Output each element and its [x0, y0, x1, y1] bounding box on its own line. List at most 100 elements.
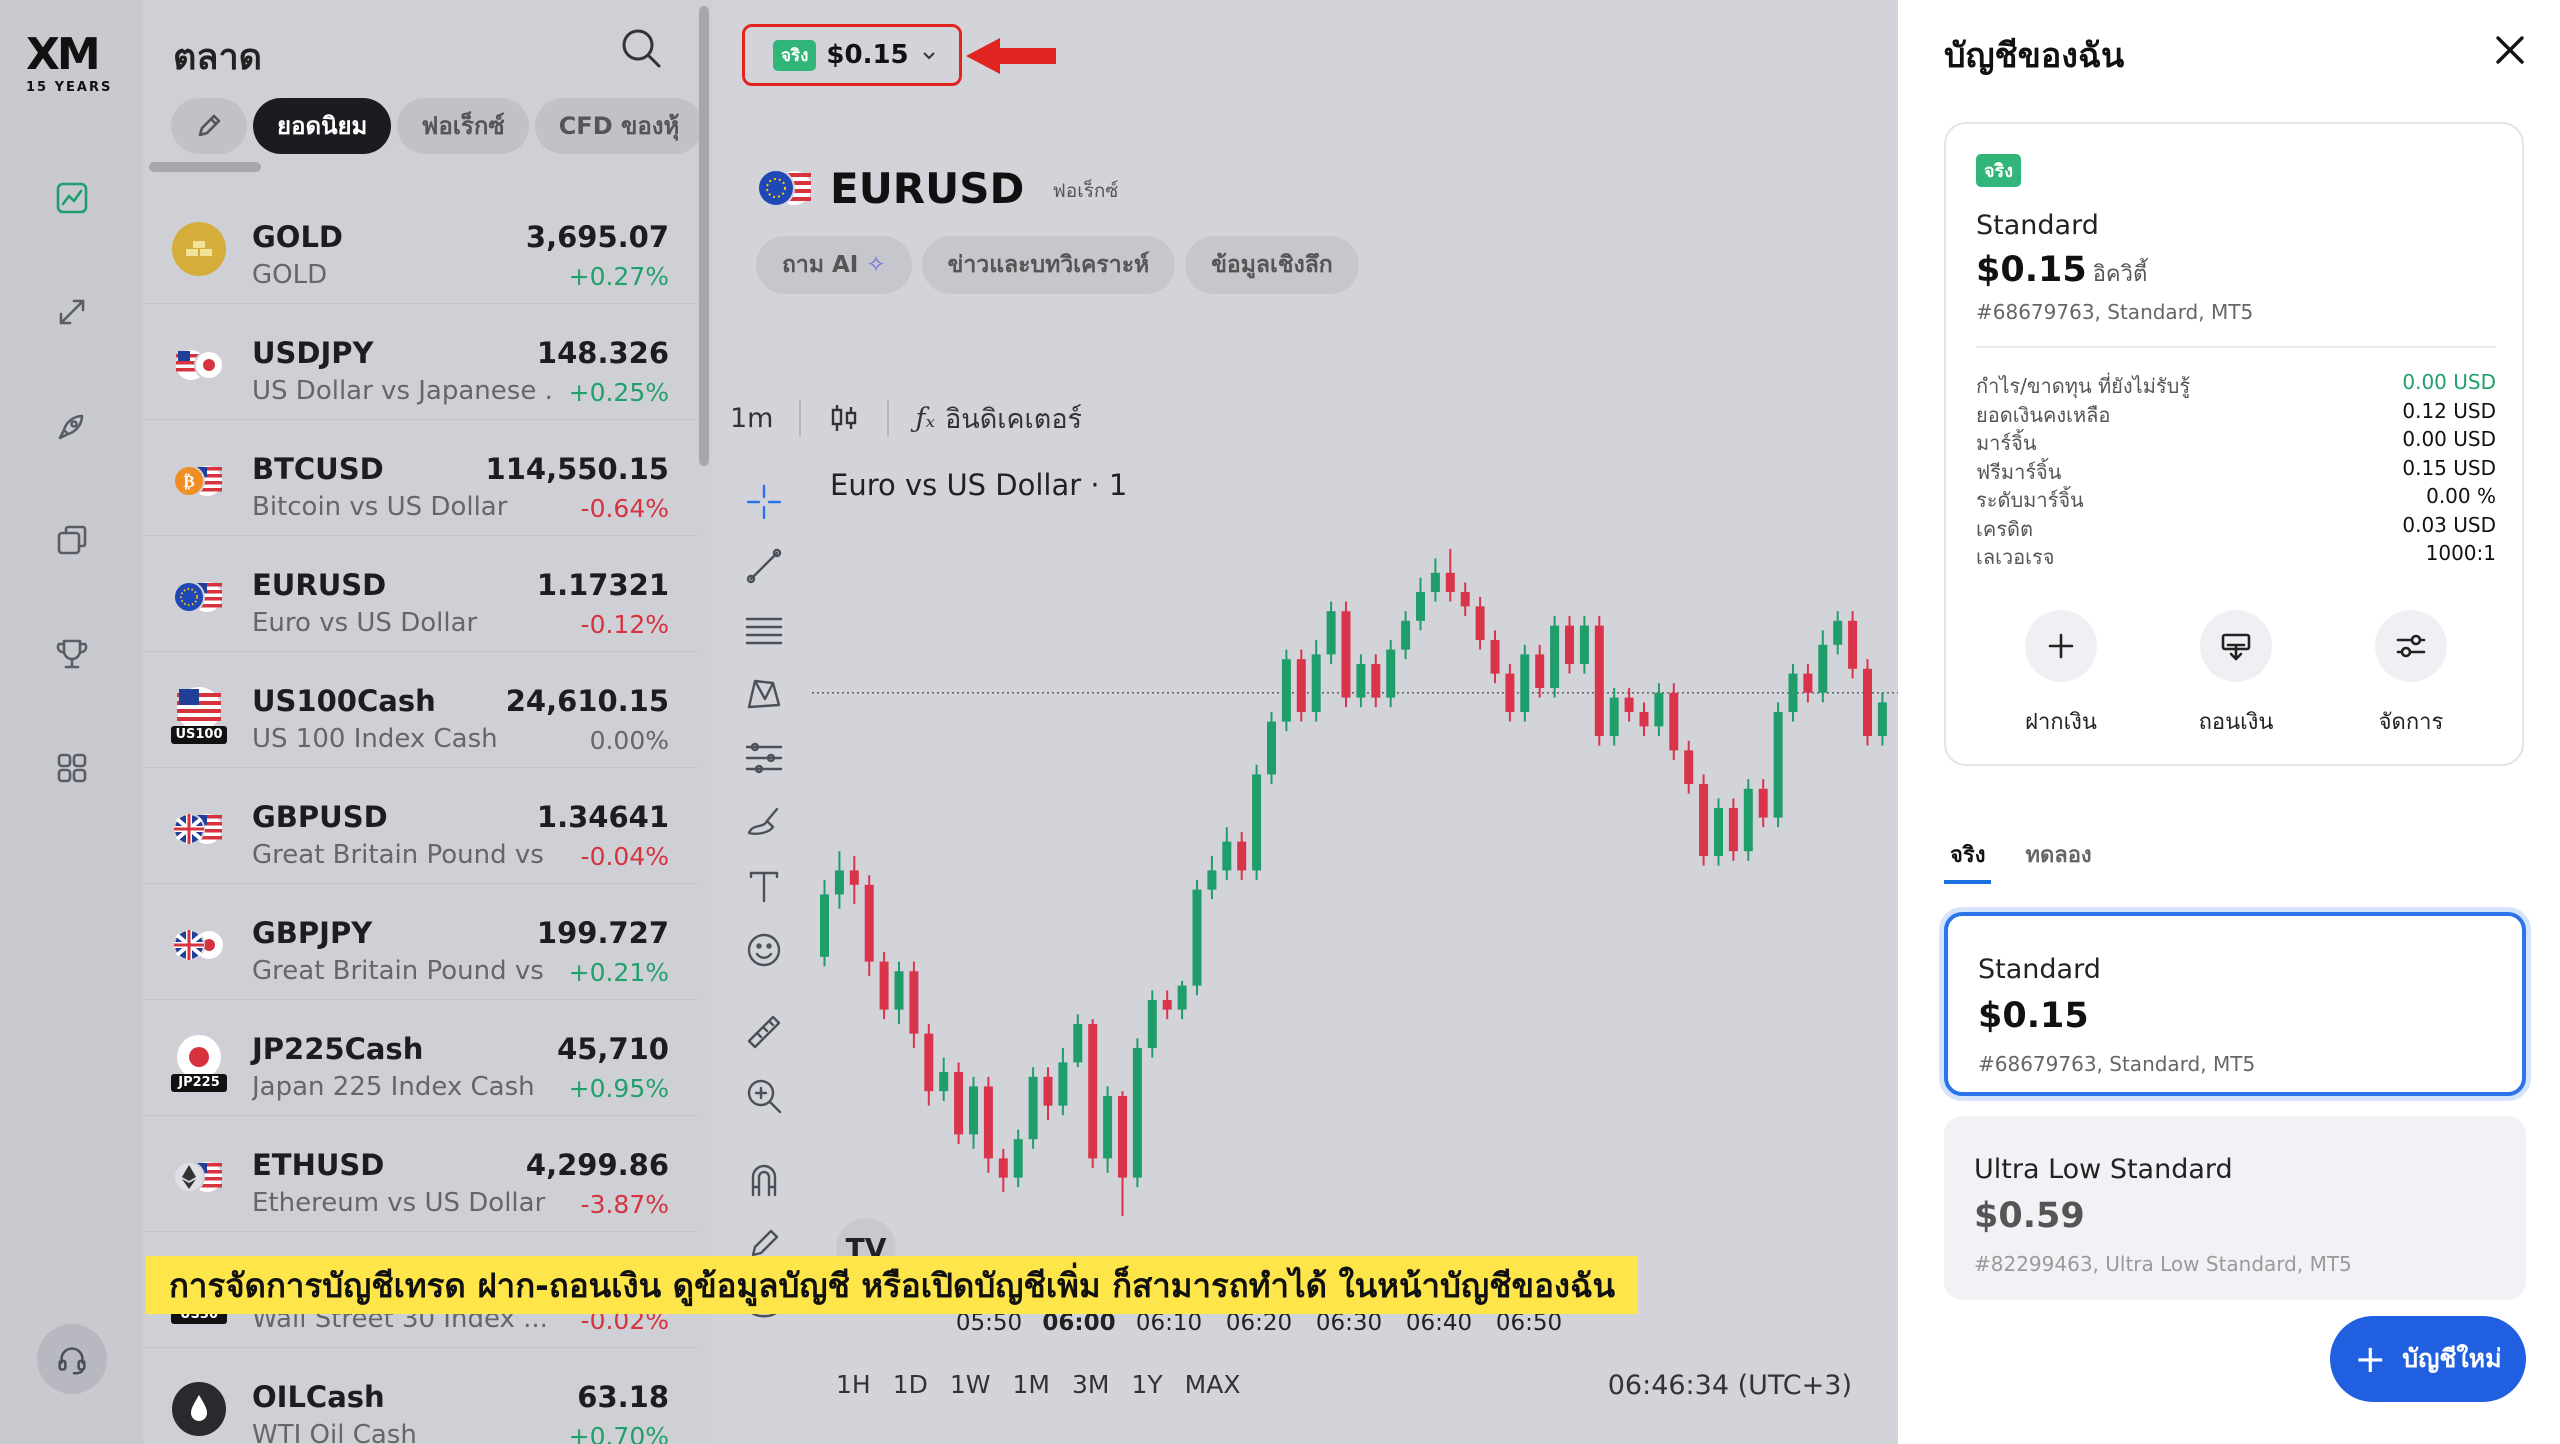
row-description: Ethereum vs US Dollar: [252, 1188, 546, 1218]
range-1h[interactable]: 1H: [836, 1370, 871, 1399]
candle-body: [1833, 620, 1843, 645]
candle-type-icon[interactable]: [827, 401, 861, 435]
filter-scrollbar[interactable]: [149, 162, 261, 172]
stat-row: เครดิต 0.03 USD: [1976, 513, 2496, 542]
row-description: Euro vs US Dollar: [252, 608, 478, 638]
text-tool-icon[interactable]: [736, 854, 792, 918]
account-item-selected[interactable]: Standard $0.15 #68679763, Standard, MT5: [1944, 912, 2526, 1096]
ruler-icon[interactable]: [736, 1000, 792, 1064]
candle-body: [1490, 640, 1500, 674]
candle-body: [1058, 1062, 1068, 1106]
candle: [1594, 616, 1604, 746]
interval-selector[interactable]: 1m: [730, 403, 773, 434]
app-root: XM 15 YEARS ตลาด ยอดนิยม ฟอเร็กซ์ CFD ขอ…: [0, 0, 2560, 1444]
xm-logo[interactable]: XM 15 YEARS: [26, 32, 118, 98]
filter-tab-forex[interactable]: ฟอเร็กซ์: [397, 98, 529, 154]
market-row-gbpjpy[interactable]: GBPJPY Great Britain Pound vs ... 199.727 +…: [143, 884, 699, 1000]
equity-label: อิควิตี้: [2092, 262, 2148, 287]
trend-line-icon[interactable]: [736, 534, 792, 598]
zoom-in-icon[interactable]: [736, 1064, 792, 1128]
row-price: 24,610.15: [505, 684, 669, 718]
fib-lines-icon[interactable]: [736, 598, 792, 662]
search-icon[interactable]: [619, 26, 667, 74]
equity-value: $0.15: [1976, 250, 2087, 290]
market-row-btcusd[interactable]: ₿ BTCUSD Bitcoin vs US Dollar 114,550.15 -0.…: [143, 420, 699, 536]
candle-body: [1252, 774, 1262, 871]
candle: [1535, 644, 1545, 698]
edit-watchlist-button[interactable]: [171, 98, 247, 154]
market-row-us100cash[interactable]: US100 US100Cash US 100 Index Cash 24,610.15…: [143, 652, 699, 768]
nav-trade-arrows-icon[interactable]: [44, 284, 100, 340]
range-1w[interactable]: 1W: [950, 1370, 991, 1399]
market-list-scrollbar[interactable]: [699, 6, 709, 466]
candle: [954, 1062, 964, 1144]
tab-news-analysis[interactable]: ข่าวและบทวิเคราะห์: [921, 236, 1176, 294]
time-range-selector: 1H 1D 1W 1M 3M 1Y MAX: [836, 1370, 1262, 1399]
crosshair-icon[interactable]: [736, 470, 792, 534]
range-1m[interactable]: 1M: [1013, 1370, 1050, 1399]
magnet-icon[interactable]: [736, 1148, 792, 1212]
candle: [1192, 880, 1202, 996]
nav-copy-icon[interactable]: [44, 512, 100, 568]
row-description: WTI Oil Cash: [252, 1420, 417, 1444]
candlestick-chart[interactable]: [812, 460, 1898, 1280]
candle-body: [1043, 1076, 1053, 1106]
tab-real[interactable]: จริง: [1944, 836, 1992, 884]
range-3m[interactable]: 3M: [1072, 1370, 1109, 1399]
range-max[interactable]: MAX: [1185, 1370, 1241, 1399]
deposit-button[interactable]: ฝากเงิน: [1986, 610, 2136, 739]
account-switcher-button[interactable]: จริง $0.15: [742, 24, 962, 86]
candle: [1550, 616, 1560, 698]
account-item-meta: #68679763, Standard, MT5: [1978, 1052, 2256, 1076]
plus-icon: [2025, 610, 2097, 682]
brush-icon[interactable]: [736, 790, 792, 854]
candle: [894, 961, 904, 1024]
market-row-gold[interactable]: GOLD GOLD 3,695.07 +0.27%: [143, 188, 699, 304]
candle: [1803, 664, 1813, 703]
nav-chart-icon[interactable]: [44, 170, 100, 226]
market-row-jp225cash[interactable]: JP225 JP225Cash Japan 225 Index Cash 45,710…: [143, 1000, 699, 1116]
nav-rocket-icon[interactable]: [44, 398, 100, 454]
range-1y[interactable]: 1Y: [1131, 1370, 1162, 1399]
candle: [1296, 649, 1306, 722]
filter-tab-stock-cfd[interactable]: CFD ของหุ้: [534, 98, 704, 154]
emoji-icon[interactable]: [736, 918, 792, 982]
filter-tab-popular[interactable]: ยอดนิยม: [253, 98, 392, 154]
row-description: GOLD: [252, 260, 328, 290]
market-row-usdjpy[interactable]: USDJPY US Dollar vs Japanese ... 148.326 +0…: [143, 304, 699, 420]
tab-demo[interactable]: ทดลอง: [2019, 836, 2097, 884]
support-headset-icon[interactable]: [37, 1324, 107, 1394]
account-item[interactable]: Ultra Low Standard $0.59 #82299463, Ultr…: [1944, 1116, 2526, 1300]
forecast-lines-icon[interactable]: [736, 726, 792, 790]
stat-label: ฟรีมาร์จิ้น: [1976, 459, 2062, 484]
candle: [1758, 779, 1768, 828]
range-1d[interactable]: 1D: [893, 1370, 928, 1399]
candle: [1118, 1091, 1127, 1216]
real-badge: จริง: [1976, 154, 2022, 187]
candle: [998, 1148, 1008, 1192]
row-change: -0.12%: [580, 610, 669, 639]
function-fx-icon[interactable]: ƒₓ: [915, 403, 935, 434]
market-row-gbpusd[interactable]: GBPUSD Great Britain Pound vs ... 1.34641 -…: [143, 768, 699, 884]
market-row-ethusd[interactable]: ETHUSD Ethereum vs US Dollar 4,299.86 -3.87…: [143, 1116, 699, 1232]
tab-ask-ai[interactable]: ถาม AI ✧: [756, 236, 912, 294]
manage-button[interactable]: จัดการ: [2336, 610, 2486, 739]
nav-apps-grid-icon[interactable]: [44, 740, 100, 796]
nav-trophy-icon[interactable]: [44, 626, 100, 682]
close-icon[interactable]: [2490, 30, 2530, 70]
withdraw-button[interactable]: ถอนเงิน: [2161, 610, 2311, 739]
candle: [1013, 1129, 1023, 1188]
candle-body: [1803, 673, 1813, 693]
candle: [1162, 990, 1172, 1020]
new-account-button[interactable]: + บัญชีใหม่: [2330, 1316, 2526, 1402]
candle-body: [1028, 1076, 1038, 1140]
candle: [1445, 548, 1455, 602]
candle: [1058, 1048, 1068, 1116]
row-description: Bitcoin vs US Dollar: [252, 492, 508, 522]
pattern-icon[interactable]: [736, 662, 792, 726]
tab-insights[interactable]: ข้อมูลเชิงลึก: [1185, 236, 1359, 294]
market-row-oilcash[interactable]: OILCash WTI Oil Cash 63.18 +0.70%: [143, 1348, 699, 1444]
market-row-eurusd[interactable]: EURUSD Euro vs US Dollar 1.17321 -0.12%: [143, 536, 699, 652]
indicators-button[interactable]: อินดิเคเตอร์: [945, 397, 1082, 440]
candle-body: [1341, 611, 1351, 698]
